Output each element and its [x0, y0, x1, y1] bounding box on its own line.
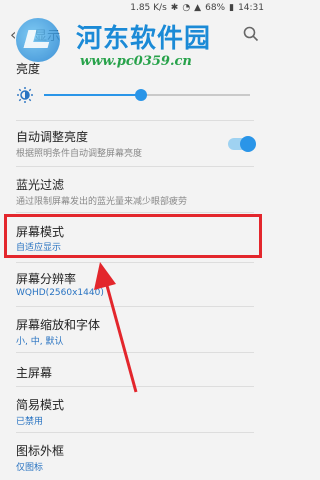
auto-brightness-toggle[interactable] [228, 136, 256, 152]
icon-frames-title: 图标外框 [16, 444, 65, 458]
easy-mode-subtitle: 已禁用 [16, 417, 44, 427]
divider [16, 432, 254, 433]
auto-brightness-title: 自动调整亮度 [16, 130, 89, 144]
brightness-slider[interactable] [44, 89, 250, 101]
blue-light-subtitle: 通过限制屏幕发出的蓝光量来减少眼部疲劳 [16, 197, 188, 207]
zoom-font-subtitle: 小, 中, 默认 [16, 337, 64, 347]
bluetooth-icon: ✱ [170, 2, 179, 13]
page-title: 显示 [34, 28, 61, 44]
divider [16, 262, 254, 263]
app-bar: ‹ 显示 [0, 16, 270, 52]
divider [16, 212, 254, 213]
divider [16, 120, 254, 121]
divider [16, 386, 254, 387]
resolution-title: 屏幕分辨率 [16, 272, 77, 286]
brightness-label: 亮度 [16, 62, 41, 76]
easy-mode-title: 简易模式 [16, 398, 65, 412]
zoom-font-title: 屏幕缩放和字体 [16, 318, 101, 332]
home-screen-title: 主屏幕 [16, 366, 53, 380]
network-speed: 1.85 K/s [130, 3, 167, 13]
blue-light-title: 蓝光过滤 [16, 178, 65, 192]
toggle-knob [240, 136, 256, 152]
signal-icon: ▲ [194, 2, 202, 13]
search-icon[interactable] [242, 25, 260, 43]
divider [16, 166, 254, 167]
icon-frames-subtitle: 仅图标 [16, 463, 44, 473]
status-bar: 1.85 K/s ✱ ◔ ▲ 68% ▮ 14:31 [0, 0, 270, 16]
clock: 14:31 [238, 3, 264, 13]
battery-icon: ▮ [229, 2, 235, 13]
auto-brightness-subtitle: 根据照明条件自动调整屏幕亮度 [16, 149, 143, 159]
brightness-slider-fill [44, 94, 141, 96]
resolution-subtitle: WQHD(2560x1440) [16, 288, 104, 298]
brightness-slider-thumb[interactable] [134, 89, 147, 101]
divider [16, 306, 254, 307]
brightness-icon [17, 87, 33, 103]
battery-percent: 68% [205, 3, 226, 13]
wifi-icon: ◔ [182, 2, 191, 13]
divider [16, 352, 254, 353]
watermark-url: www.pc0359.cn [80, 54, 192, 69]
back-arrow-icon[interactable]: ‹ [10, 25, 28, 44]
highlight-box [4, 214, 262, 258]
